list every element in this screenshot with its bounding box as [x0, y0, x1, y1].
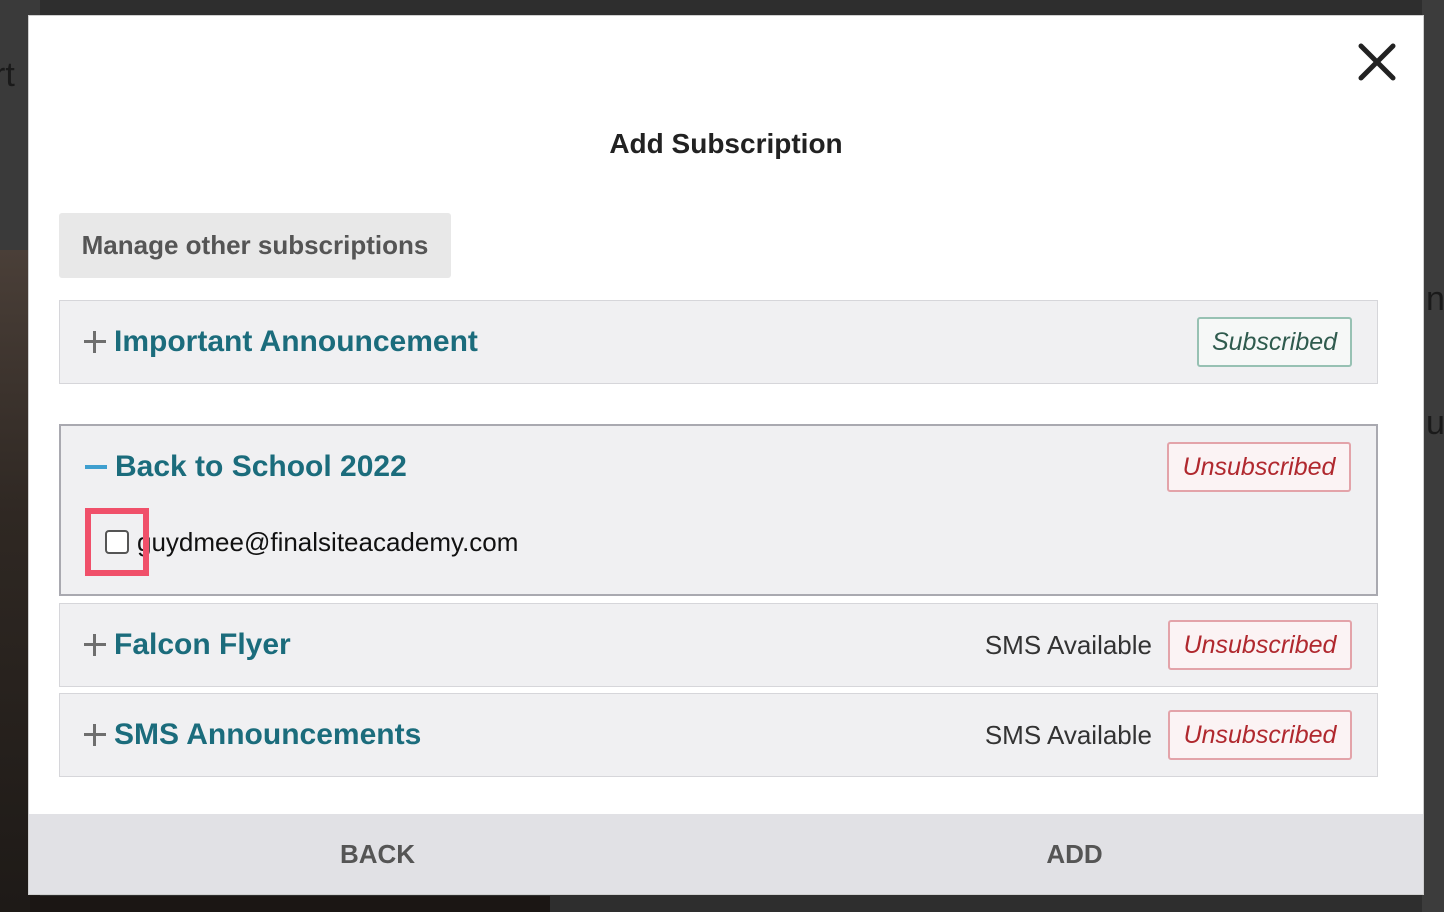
add-subscription-dialog: Add Subscription Manage other subscripti… — [28, 15, 1424, 895]
back-button[interactable]: BACK — [29, 814, 726, 894]
highlight-box — [85, 508, 149, 576]
background-panel-right — [1422, 0, 1444, 912]
close-button[interactable] — [1355, 40, 1399, 84]
status-badge-unsubscribed[interactable]: Unsubscribed — [1168, 710, 1352, 760]
subscription-panel-important-announcement: Important Announcement Subscribed — [59, 300, 1378, 384]
background-photo-bottom — [30, 896, 550, 912]
status-badge-subscribed[interactable]: Subscribed — [1197, 317, 1352, 367]
background-text-fragment: us — [1426, 404, 1444, 442]
plus-icon[interactable] — [84, 331, 106, 353]
plus-icon[interactable] — [84, 634, 106, 656]
dialog-footer: BACK ADD — [29, 814, 1423, 894]
manage-subscriptions-button[interactable]: Manage other subscriptions — [59, 213, 451, 278]
dialog-title: Add Subscription — [609, 128, 843, 159]
subscription-title[interactable]: Falcon Flyer — [114, 628, 291, 662]
background-text-fragment: n — [1426, 280, 1444, 318]
subscription-panel-header: SMS Announcements SMS Available Unsubscr… — [60, 694, 1377, 776]
subscription-panel-falcon-flyer: Falcon Flyer SMS Available Unsubscribed — [59, 603, 1378, 687]
background-text-fragment: rt — [0, 56, 15, 94]
subscription-panel-header: Falcon Flyer SMS Available Unsubscribed — [60, 604, 1377, 686]
status-badge-unsubscribed[interactable]: Unsubscribed — [1167, 442, 1351, 492]
email-label: guydmee@finalsiteacademy.com — [137, 526, 519, 557]
subscription-title[interactable]: Back to School 2022 — [115, 450, 407, 484]
minus-icon[interactable] — [85, 456, 107, 478]
subscription-title[interactable]: Important Announcement — [114, 325, 478, 359]
close-icon — [1358, 43, 1396, 81]
plus-icon[interactable] — [84, 724, 106, 746]
add-button[interactable]: ADD — [726, 814, 1423, 894]
status-badge-unsubscribed[interactable]: Unsubscribed — [1168, 620, 1352, 670]
subscription-panel-header: Back to School 2022 Unsubscribed — [61, 426, 1376, 508]
sms-available-label: SMS Available — [984, 629, 1152, 660]
subscription-panel-back-to-school-2022: Back to School 2022 Unsubscribed guydmee… — [59, 424, 1378, 596]
email-checkbox[interactable] — [105, 530, 129, 554]
subscription-title[interactable]: SMS Announcements — [114, 718, 421, 752]
subscription-panel-header: Important Announcement Subscribed — [60, 301, 1377, 383]
email-option-row: guydmee@finalsiteacademy.com — [85, 508, 518, 576]
subscription-panel-sms-announcements: SMS Announcements SMS Available Unsubscr… — [59, 693, 1378, 777]
sms-available-label: SMS Available — [984, 719, 1152, 750]
